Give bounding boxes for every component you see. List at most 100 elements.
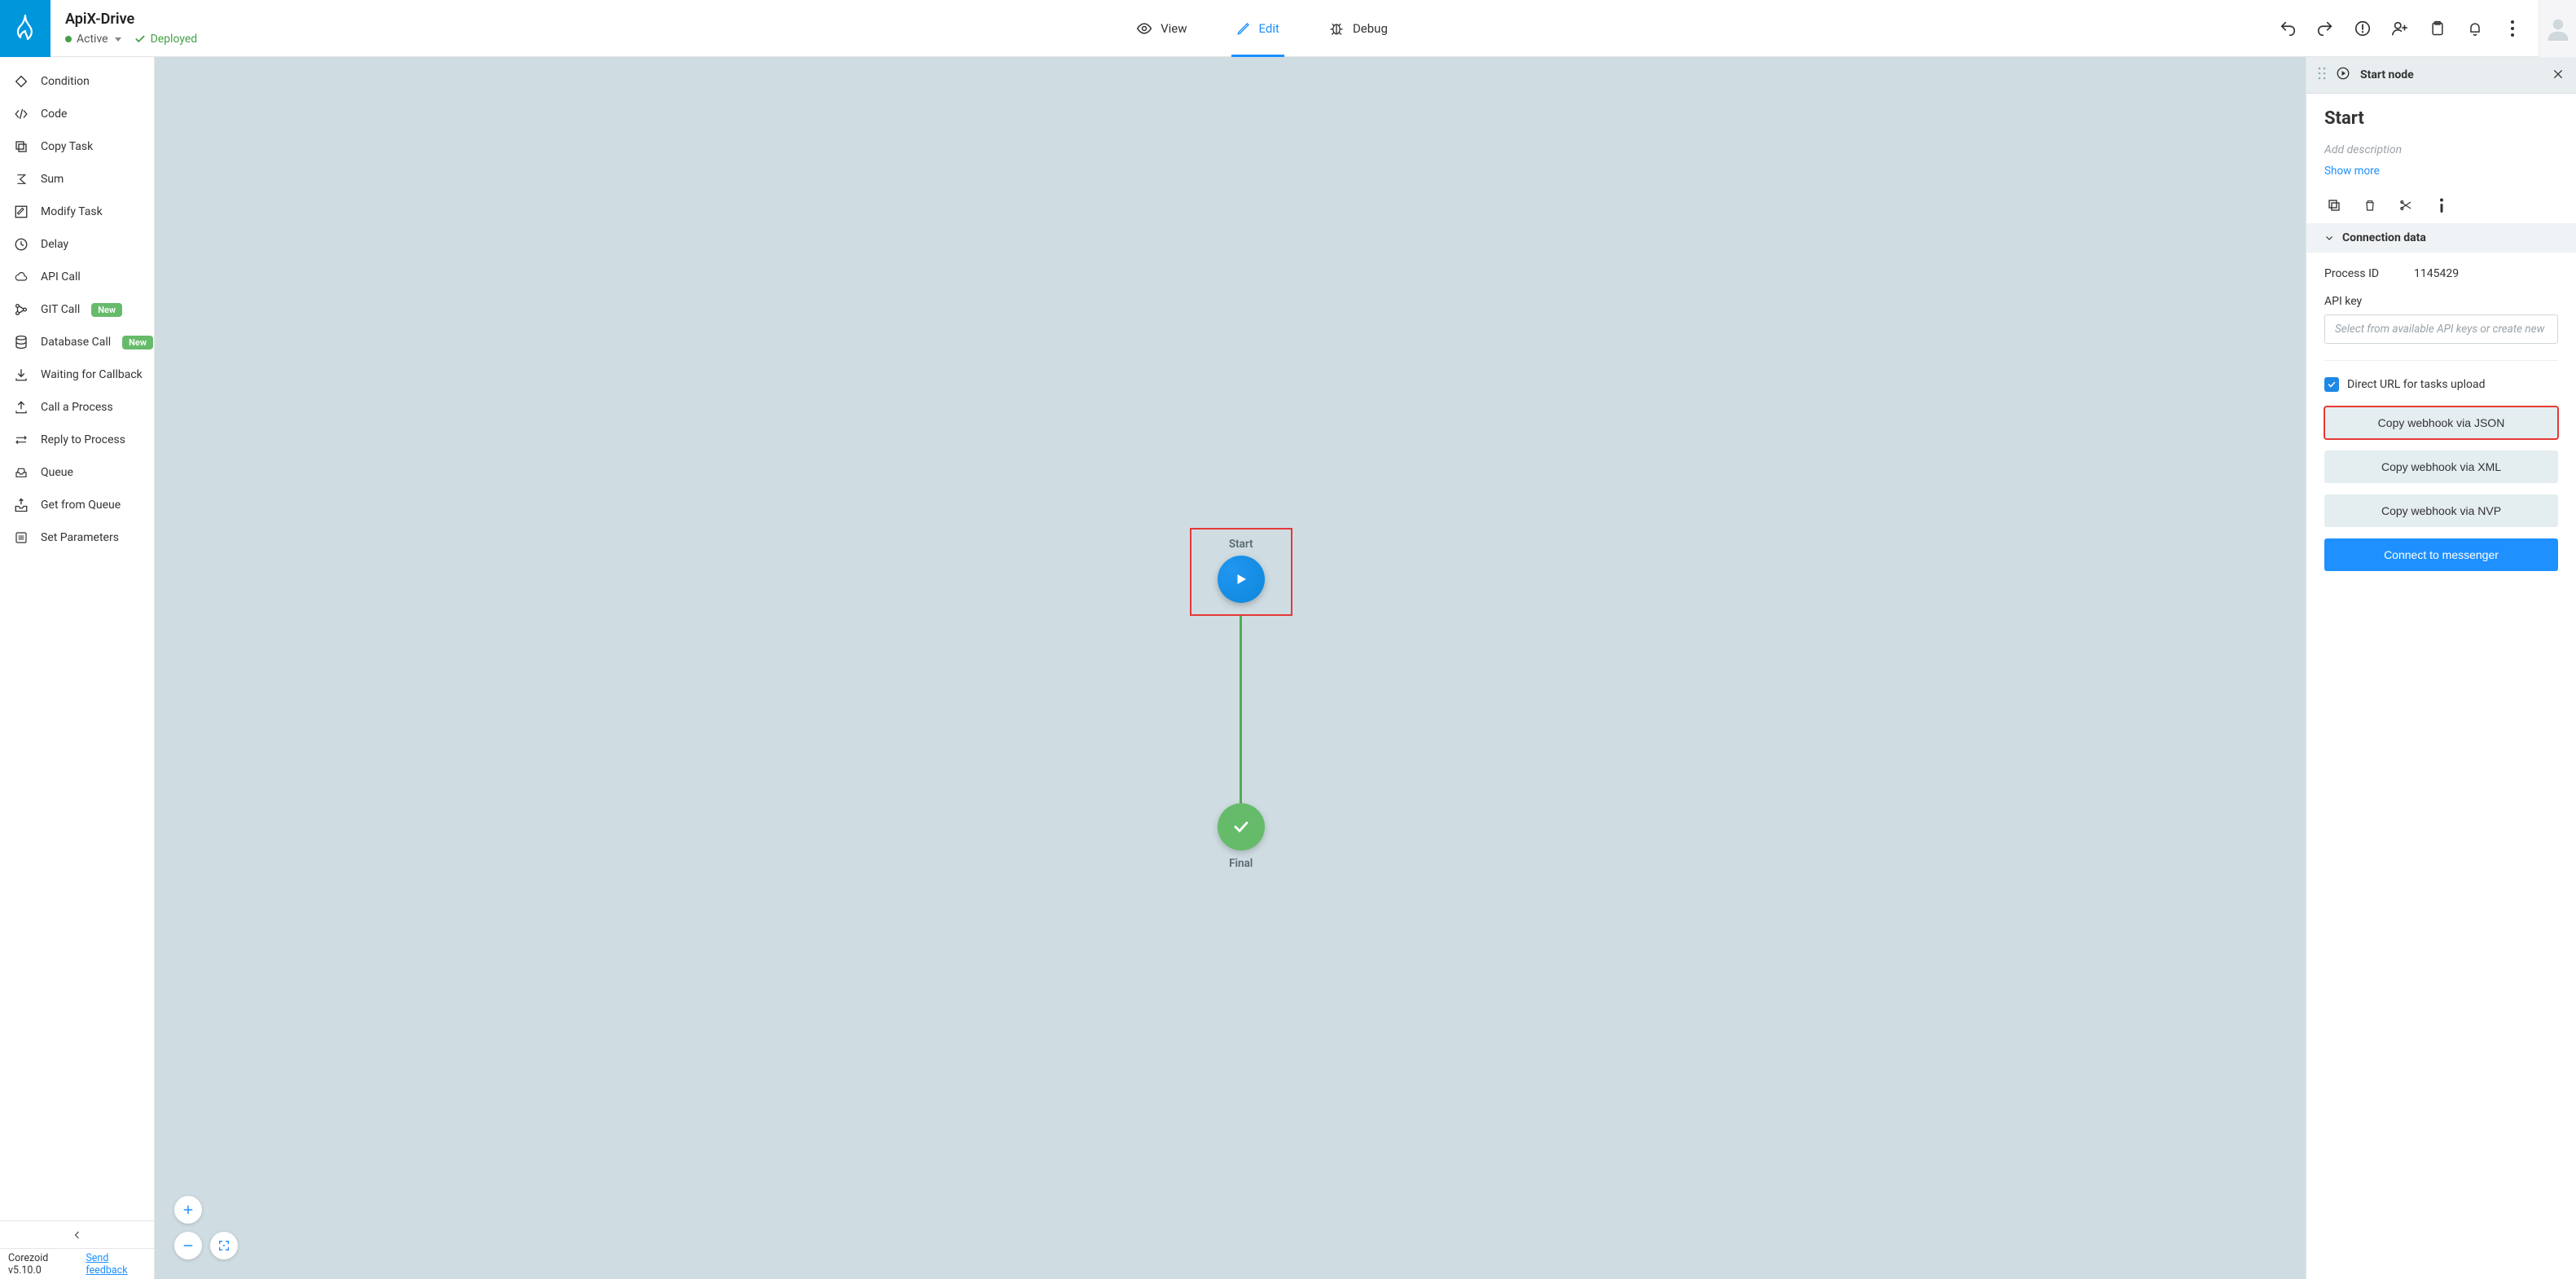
download-icon bbox=[13, 367, 29, 383]
section-title: Connection data bbox=[2342, 231, 2426, 244]
version-label: Corezoid v5.10.0 bbox=[8, 1252, 76, 1277]
palette-item-label: Queue bbox=[41, 466, 73, 479]
palette-waiting-callback[interactable]: Waiting for Callback bbox=[0, 358, 154, 391]
errors-button[interactable] bbox=[2353, 19, 2372, 38]
copy-node-button[interactable] bbox=[2324, 196, 2344, 215]
copy-webhook-json-button[interactable]: Copy webhook via JSON bbox=[2324, 407, 2558, 439]
trash-icon bbox=[2363, 198, 2376, 213]
tab-debug[interactable]: Debug bbox=[1323, 0, 1393, 56]
palette-modify-task[interactable]: Modify Task bbox=[0, 196, 154, 228]
chevron-left-icon bbox=[72, 1230, 82, 1240]
palette-condition[interactable]: Condition bbox=[0, 65, 154, 98]
palette-code[interactable]: Code bbox=[0, 98, 154, 130]
node-palette-sidebar: Condition Code Copy Task Sum Modify Task bbox=[0, 57, 155, 1279]
palette-get-queue[interactable]: Get from Queue bbox=[0, 489, 154, 521]
delete-node-button[interactable] bbox=[2360, 196, 2380, 215]
palette-copy-task[interactable]: Copy Task bbox=[0, 130, 154, 163]
show-more-link[interactable]: Show more bbox=[2324, 165, 2380, 178]
undo-button[interactable] bbox=[2278, 19, 2297, 38]
clipboard-button[interactable] bbox=[2428, 19, 2447, 38]
panel-close-button[interactable] bbox=[2552, 65, 2565, 85]
zoom-fit-button[interactable] bbox=[210, 1232, 238, 1259]
title-area: ApiX-Drive Active Deployed bbox=[50, 0, 262, 56]
start-node[interactable] bbox=[1218, 556, 1265, 603]
direct-url-checkbox[interactable] bbox=[2324, 377, 2339, 392]
palette-item-label: Reply to Process bbox=[41, 433, 125, 446]
fullscreen-icon bbox=[217, 1239, 230, 1252]
disconnect-edges-button[interactable] bbox=[2396, 196, 2416, 215]
tab-edit[interactable]: Edit bbox=[1231, 0, 1284, 56]
drag-handle-icon[interactable] bbox=[2318, 67, 2326, 83]
edge-start-final bbox=[1240, 616, 1242, 803]
mode-tabs: View Edit Debug bbox=[262, 0, 2262, 56]
palette-delay[interactable]: Delay bbox=[0, 228, 154, 261]
bell-icon bbox=[2467, 20, 2483, 37]
palette-item-label: Database Call bbox=[41, 336, 111, 349]
modify-icon bbox=[13, 204, 29, 220]
undo-icon bbox=[2279, 20, 2297, 37]
palette-sum[interactable]: Sum bbox=[0, 163, 154, 196]
tab-edit-label: Edit bbox=[1259, 21, 1279, 36]
feedback-link[interactable]: Send feedback bbox=[86, 1252, 146, 1277]
pencil-icon bbox=[1236, 21, 1251, 36]
redo-button[interactable] bbox=[2315, 19, 2335, 38]
deployed-label: Deployed bbox=[151, 33, 198, 46]
zoom-out-button[interactable] bbox=[174, 1232, 202, 1259]
copy-webhook-xml-button[interactable]: Copy webhook via XML bbox=[2324, 451, 2558, 483]
outbox-icon bbox=[13, 497, 29, 513]
node-name[interactable]: Start bbox=[2324, 108, 2558, 129]
play-icon bbox=[1234, 571, 1249, 587]
node-palette-list: Condition Code Copy Task Sum Modify Task bbox=[0, 57, 154, 1220]
palette-reply-process[interactable]: Reply to Process bbox=[0, 424, 154, 456]
header-actions bbox=[2262, 0, 2539, 56]
chevron-down-icon bbox=[115, 37, 121, 42]
tab-view-label: View bbox=[1161, 21, 1187, 36]
user-plus-icon bbox=[2391, 20, 2409, 37]
final-node[interactable] bbox=[1218, 803, 1265, 850]
panel-header-title: Start node bbox=[2360, 68, 2542, 81]
check-icon bbox=[1231, 817, 1251, 837]
chevron-down-icon bbox=[2324, 233, 2334, 243]
info-button[interactable] bbox=[2432, 196, 2451, 215]
more-button[interactable] bbox=[2503, 19, 2522, 38]
tab-debug-label: Debug bbox=[1353, 21, 1388, 36]
palette-set-parameters[interactable]: Set Parameters bbox=[0, 521, 154, 554]
info-icon bbox=[2438, 198, 2445, 213]
user-avatar[interactable] bbox=[2539, 0, 2576, 57]
close-icon bbox=[2552, 68, 2565, 81]
sidebar-collapse-button[interactable] bbox=[0, 1220, 154, 1248]
share-button[interactable] bbox=[2390, 19, 2410, 38]
copy-webhook-nvp-button[interactable]: Copy webhook via NVP bbox=[2324, 494, 2558, 527]
flame-icon bbox=[15, 15, 36, 42]
more-vertical-icon bbox=[2510, 20, 2515, 37]
panel-header: Start node bbox=[2306, 57, 2576, 94]
zoom-in-button[interactable] bbox=[174, 1196, 202, 1224]
clock-icon bbox=[13, 236, 29, 253]
api-key-select[interactable]: Select from available API keys or create… bbox=[2324, 314, 2558, 344]
bug-icon bbox=[1328, 20, 1345, 37]
process-canvas[interactable]: Start Final bbox=[155, 57, 2306, 1279]
palette-call-process[interactable]: Call a Process bbox=[0, 391, 154, 424]
palette-item-label: Condition bbox=[41, 75, 90, 88]
sigma-icon bbox=[13, 171, 29, 187]
notifications-button[interactable] bbox=[2465, 19, 2485, 38]
connect-messenger-button[interactable]: Connect to messenger bbox=[2324, 538, 2558, 571]
app-logo[interactable] bbox=[0, 0, 50, 57]
palette-database-call[interactable]: Database Call New bbox=[0, 326, 154, 358]
copy-icon bbox=[13, 138, 29, 155]
palette-api-call[interactable]: API Call bbox=[0, 261, 154, 293]
git-icon bbox=[13, 301, 29, 318]
description-field[interactable]: Add description bbox=[2324, 143, 2558, 156]
palette-queue[interactable]: Queue bbox=[0, 456, 154, 489]
app-header: ApiX-Drive Active Deployed View Edit Deb… bbox=[0, 0, 2576, 57]
diamond-icon bbox=[13, 73, 29, 90]
inbox-icon bbox=[13, 464, 29, 481]
palette-item-label: Code bbox=[41, 108, 67, 121]
scissors-icon bbox=[2398, 199, 2414, 212]
section-connection-data[interactable]: Connection data bbox=[2306, 223, 2576, 253]
tab-view[interactable]: View bbox=[1131, 0, 1191, 56]
new-badge: New bbox=[122, 336, 153, 349]
status-dropdown[interactable]: Active bbox=[65, 33, 121, 46]
palette-git-call[interactable]: GIT Call New bbox=[0, 293, 154, 326]
upload-icon bbox=[13, 399, 29, 415]
